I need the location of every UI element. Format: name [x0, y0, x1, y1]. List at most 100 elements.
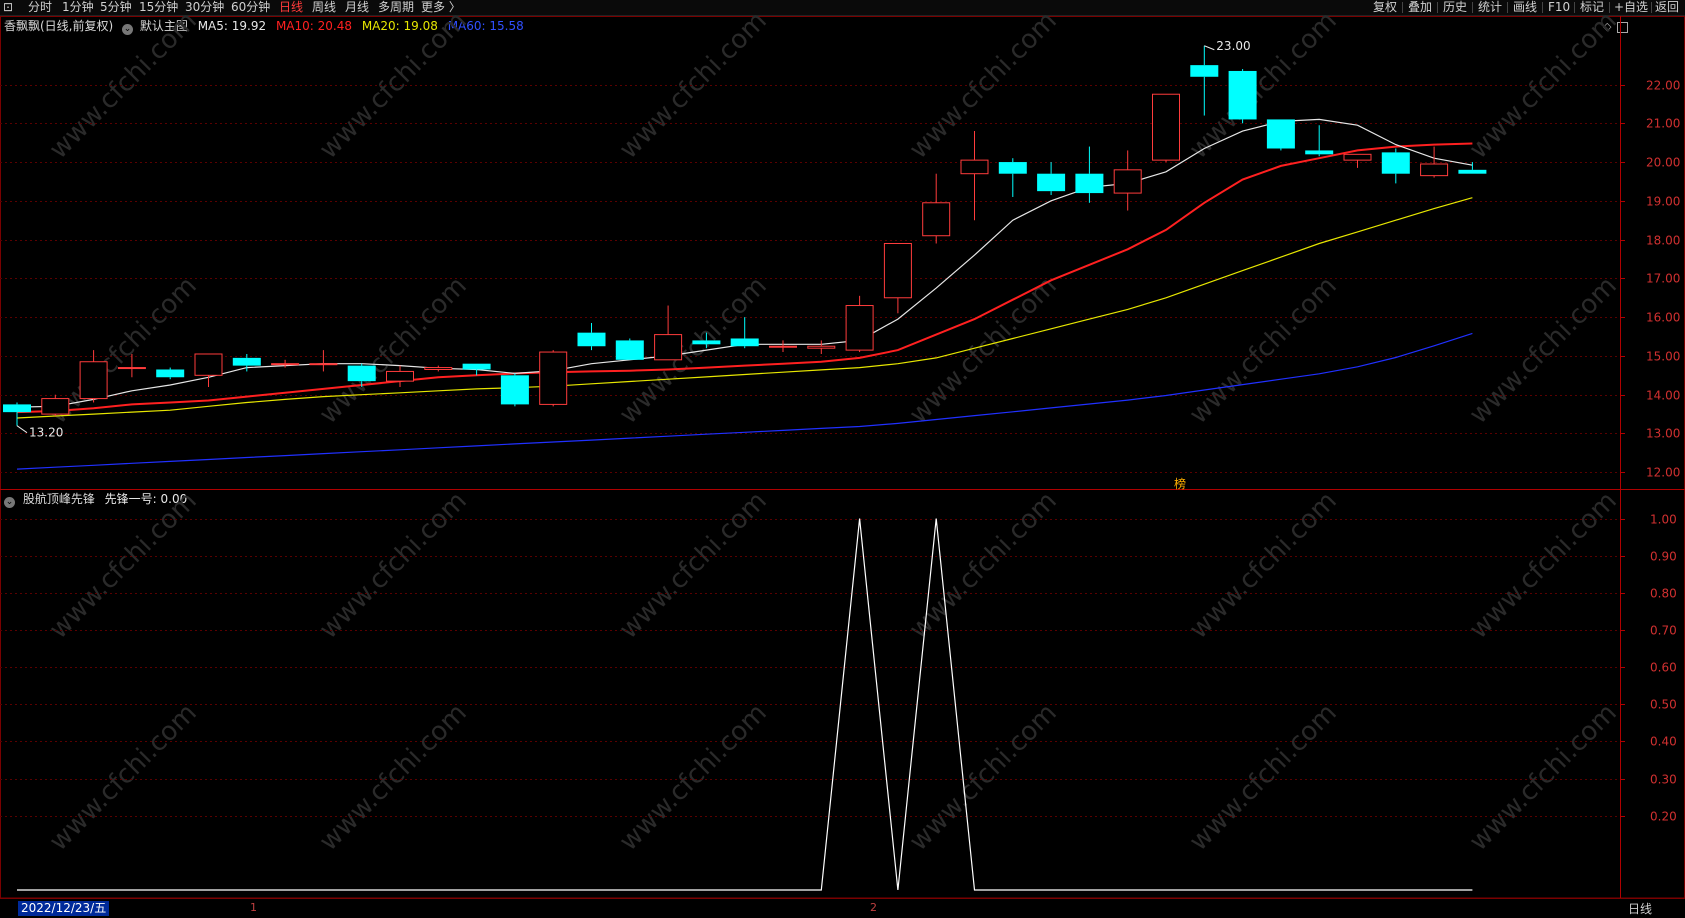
candle	[3, 402, 31, 425]
watermark-text: www.cfchi.com	[904, 6, 1063, 165]
candle-body	[195, 354, 222, 375]
candle	[616, 338, 644, 359]
price-tick-label: 17.00	[1646, 272, 1680, 286]
price-tick-label: 21.00	[1646, 117, 1680, 131]
watermark-text: www.cfchi.com	[1464, 698, 1623, 857]
watermark-text: www.cfchi.com	[1464, 6, 1623, 165]
indicator-tick-label: 0.30	[1650, 773, 1677, 787]
watermark-text: www.cfchi.com	[1464, 486, 1623, 645]
candle-body	[1344, 154, 1371, 160]
watermark-text: www.cfchi.com	[1184, 698, 1343, 857]
price-tick-label: 20.00	[1646, 156, 1680, 170]
price-tick-label: 19.00	[1646, 195, 1680, 209]
price-tick-label: 22.00	[1646, 79, 1680, 93]
high-arrow	[1204, 46, 1214, 50]
candle	[770, 340, 797, 352]
candle-body	[616, 340, 644, 359]
low-arrow	[17, 426, 27, 433]
indicator-tick-label: 1.00	[1650, 513, 1677, 527]
watermark-text: www.cfchi.com	[44, 698, 203, 857]
candle-body	[156, 370, 184, 378]
candle-body	[42, 399, 69, 415]
indicator-tick-label: 0.40	[1650, 735, 1677, 749]
candle	[425, 366, 452, 372]
candle-body	[425, 368, 452, 370]
candle-body	[1190, 65, 1218, 77]
candle-body	[655, 335, 682, 360]
price-tick-label: 16.00	[1646, 311, 1680, 325]
watermark-text: www.cfchi.com	[44, 6, 203, 165]
high-price-label: 23.00	[1216, 39, 1250, 53]
candle-body	[846, 306, 873, 351]
candle-body	[348, 366, 376, 382]
indicator-tick-label: 0.50	[1650, 698, 1677, 712]
low-price-label: 13.20	[29, 426, 63, 440]
candle	[463, 364, 491, 376]
candle-body	[1153, 94, 1180, 160]
candle-body	[961, 160, 988, 174]
watermark-text: www.cfchi.com	[614, 486, 773, 645]
candle	[1229, 69, 1257, 123]
candle-body	[272, 364, 299, 365]
candle	[846, 296, 873, 352]
price-tick-label: 18.00	[1646, 234, 1680, 248]
candle-body	[387, 371, 414, 381]
candle-body	[923, 203, 950, 236]
watermark-text: www.cfchi.com	[1184, 271, 1343, 430]
candle-body	[770, 346, 797, 347]
indicator-tick-label: 0.60	[1650, 661, 1677, 675]
watermark-text: www.cfchi.com	[904, 698, 1063, 857]
candle	[1153, 94, 1180, 162]
watermark-text: www.cfchi.com	[314, 486, 473, 645]
candle	[1075, 147, 1103, 203]
candle-body	[501, 375, 529, 404]
candle	[923, 174, 950, 244]
price-tick-label: 13.00	[1646, 427, 1680, 441]
candle	[540, 350, 567, 406]
candle	[1190, 46, 1218, 116]
candle	[808, 340, 835, 354]
candle	[1344, 154, 1371, 168]
candle-body	[540, 352, 567, 404]
indicator-axis: 0.200.300.400.500.600.700.800.901.00	[1620, 513, 1677, 824]
candle	[195, 354, 222, 387]
watermark-text: www.cfchi.com	[314, 6, 473, 165]
candle	[501, 373, 529, 406]
watermark-text: www.cfchi.com	[1184, 486, 1343, 645]
watermark-text: www.cfchi.com	[44, 486, 203, 645]
rank-marker[interactable]: 榜	[1174, 476, 1186, 491]
candle	[310, 350, 337, 371]
candle	[1267, 119, 1295, 150]
indicator-tick-label: 0.90	[1650, 550, 1677, 564]
watermark-text: www.cfchi.com	[614, 6, 773, 165]
candle	[578, 323, 606, 350]
candle-body	[578, 333, 606, 347]
candle	[655, 306, 682, 360]
price-tick-label: 15.00	[1646, 350, 1680, 364]
price-tick-label: 12.00	[1646, 466, 1680, 480]
month-tick-1: 1	[250, 901, 257, 914]
candle-body	[884, 243, 911, 297]
watermark-layer: www.cfchi.com www.cfchi.com www.cfchi.com w…	[44, 6, 1623, 857]
indicator-tick-label: 0.80	[1650, 587, 1677, 601]
candle-body	[310, 364, 337, 365]
grid-layer	[0, 86, 1620, 817]
candle	[884, 243, 911, 313]
watermark-text: www.cfchi.com	[614, 698, 773, 857]
indicator-tick-label: 0.70	[1650, 624, 1677, 638]
watermark-text: www.cfchi.com	[314, 271, 473, 430]
candle	[156, 368, 184, 380]
candle	[961, 131, 988, 220]
candle-body	[1421, 164, 1448, 176]
kline-chart: www.cfchi.com www.cfchi.com www.cfchi.com w…	[0, 0, 1685, 917]
candle-body	[80, 362, 107, 399]
candle-body	[1305, 150, 1333, 154]
candle	[1305, 125, 1333, 156]
period-label: 日线	[1628, 900, 1652, 917]
candle	[1421, 147, 1448, 178]
candle-body	[692, 340, 720, 344]
candle-body	[3, 404, 31, 412]
candle-body	[808, 346, 835, 348]
candle-body	[999, 162, 1027, 174]
watermark-text: www.cfchi.com	[314, 698, 473, 857]
